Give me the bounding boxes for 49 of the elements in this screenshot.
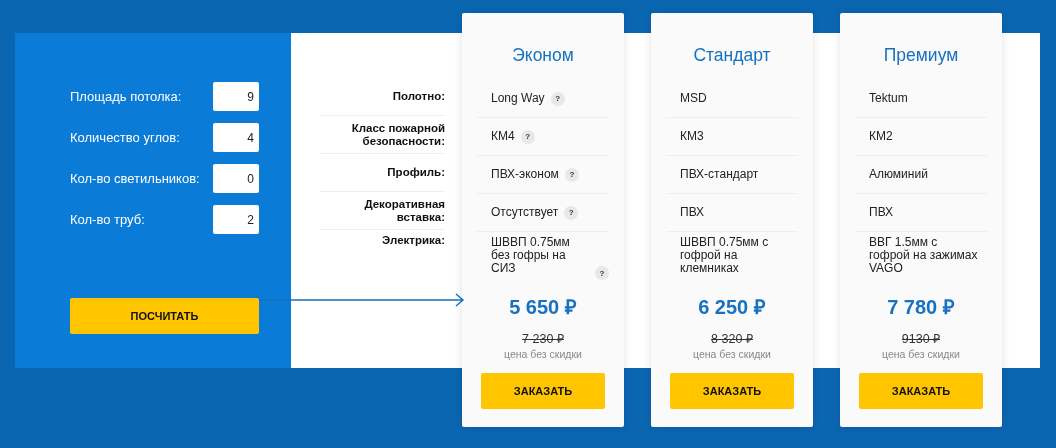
field-label: Кол-во труб: xyxy=(70,212,145,227)
price-note: цена без скидки xyxy=(693,348,771,360)
feature-value: ПВХ-стандарт xyxy=(680,168,759,181)
help-badge[interactable]: ? xyxy=(550,91,565,106)
price: 6 250 ₽ xyxy=(698,295,766,320)
feature-value: Tektum xyxy=(869,92,908,105)
order-button[interactable]: ЗАКАЗАТЬ xyxy=(481,373,605,409)
old-price: 7 230 ₽ xyxy=(522,331,564,347)
help-badge[interactable]: ? xyxy=(520,129,535,144)
feature-value: ВВГ 1.5мм с гофрой на зажимах VAGO xyxy=(869,236,979,275)
row-label: Электрика: xyxy=(381,234,445,247)
order-button[interactable]: ЗАКАЗАТЬ xyxy=(859,373,983,409)
old-price: 9130 ₽ xyxy=(901,331,941,347)
plan-title: Премиум xyxy=(883,45,959,67)
price: 5 650 ₽ xyxy=(509,295,577,320)
feature-value: КМ2 xyxy=(869,130,893,143)
input-field[interactable]: 2 xyxy=(213,205,259,234)
field-label: Площадь потолка: xyxy=(70,89,182,104)
feature-value: ПВХ xyxy=(869,206,894,219)
old-price: 8 320 ₽ xyxy=(711,331,753,347)
input-field[interactable]: 0 xyxy=(213,164,259,193)
help-badge[interactable]: ? xyxy=(595,266,609,280)
order-button[interactable]: ЗАКАЗАТЬ xyxy=(670,373,794,409)
feature-value: ШВВП 0.75мм с гофрой на клемниках xyxy=(680,236,770,275)
feature-value: MSD xyxy=(680,92,707,105)
help-badge[interactable]: ? xyxy=(564,205,579,220)
help-badge[interactable]: ? xyxy=(564,167,579,182)
feature-value: Отсутствует xyxy=(491,206,559,219)
field-label: Количество углов: xyxy=(70,130,180,145)
input-field[interactable]: 9 xyxy=(213,82,259,111)
row-label: Профиль: xyxy=(386,166,445,179)
plan-title: Стандарт xyxy=(693,45,771,67)
price: 7 780 ₽ xyxy=(887,295,955,320)
feature-value: ШВВП 0.75мм без гофры на СИЗ xyxy=(491,236,571,275)
price-note: цена без скидки xyxy=(504,348,582,360)
feature-value: КМ3 xyxy=(680,130,704,143)
plan-title: Эконом xyxy=(512,45,574,67)
row-label: Полотно: xyxy=(391,90,445,103)
price-note: цена без скидки xyxy=(882,348,960,360)
feature-value: ПВХ-эконом xyxy=(491,168,559,181)
row-label: Декоративная вставка: xyxy=(363,197,445,224)
field-label: Кол-во светильников: xyxy=(70,171,200,186)
feature-value: Алюминий xyxy=(869,168,928,181)
feature-value: Long Way xyxy=(491,92,545,105)
calculate-button[interactable]: ПОСЧИТАТЬ xyxy=(70,298,259,334)
feature-value: ПВХ xyxy=(680,206,705,219)
feature-value: КМ4 xyxy=(491,130,515,143)
row-label: Класс пожарной безопасности: xyxy=(350,121,445,148)
input-field[interactable]: 4 xyxy=(213,123,259,152)
